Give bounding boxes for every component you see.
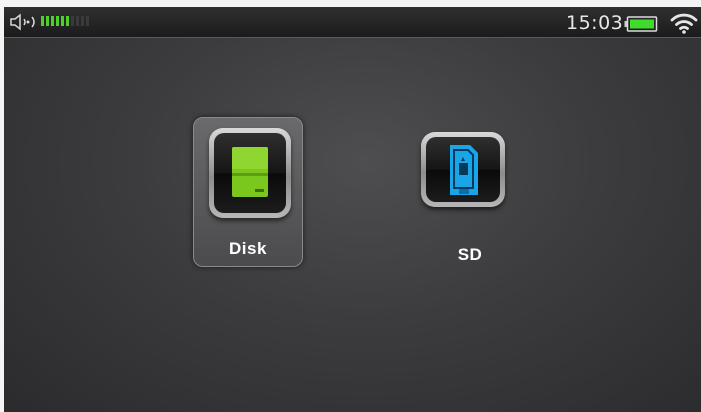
- volume-segment: [46, 16, 49, 26]
- volume-level-meter: [41, 16, 89, 26]
- volume-segment: [51, 16, 54, 26]
- volume-segment: [81, 16, 84, 26]
- disk-icon-frame: [209, 128, 291, 218]
- volume-segment: [86, 16, 89, 26]
- disk-label: Disk: [229, 239, 267, 258]
- sd-label: SD: [457, 245, 483, 264]
- wifi-icon: [670, 11, 698, 40]
- volume-segment: [71, 16, 74, 26]
- sd-icon-frame: [421, 132, 505, 207]
- battery-icon: [624, 16, 658, 37]
- volume-segment: [66, 16, 69, 26]
- speaker-icon[interactable]: [9, 13, 39, 36]
- volume-segment: [76, 16, 79, 26]
- status-bar: 15:03: [4, 7, 701, 38]
- device-screen: 15:03 Disk SD: [4, 7, 701, 412]
- volume-segment: [61, 16, 64, 26]
- hard-disk-icon: [214, 133, 286, 213]
- volume-segment: [56, 16, 59, 26]
- sd-tile[interactable]: SD: [409, 122, 519, 272]
- clock: 15:03: [566, 12, 624, 34]
- disk-tile[interactable]: Disk: [193, 117, 303, 267]
- volume-segment: [41, 16, 44, 26]
- sd-card-icon: [426, 137, 500, 202]
